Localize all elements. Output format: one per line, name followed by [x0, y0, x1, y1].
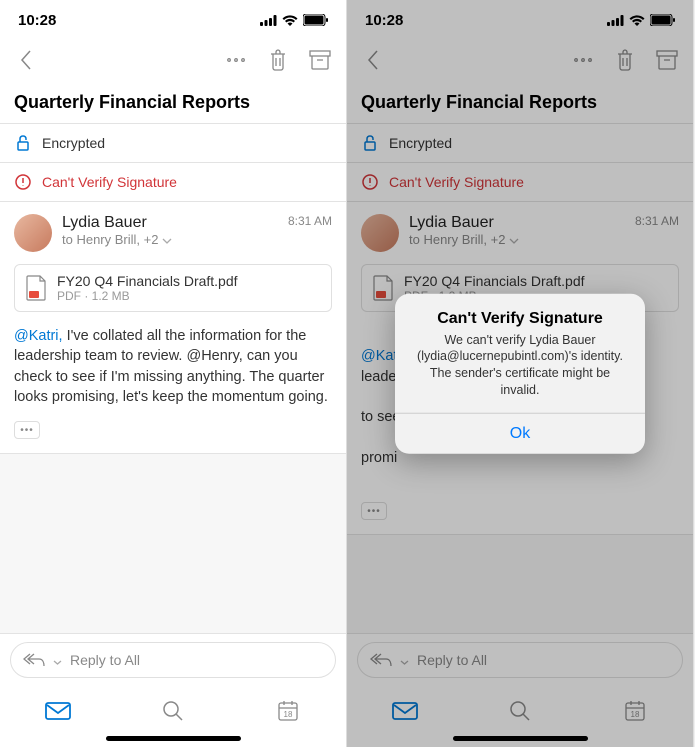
reply-all-icon: [23, 653, 45, 667]
reply-all-icon: [370, 653, 392, 667]
spacer: [0, 453, 346, 633]
back-button[interactable]: [361, 48, 385, 72]
expand-icon[interactable]: •••: [14, 421, 40, 439]
status-right: [260, 14, 328, 26]
calendar-tab[interactable]: 18: [275, 698, 301, 724]
archive-icon[interactable]: [308, 48, 332, 72]
recipients[interactable]: to Henry Brill, +2: [409, 232, 679, 247]
trash-icon[interactable]: [613, 48, 637, 72]
home-indicator[interactable]: [453, 736, 588, 741]
encrypted-banner[interactable]: Encrypted: [347, 124, 693, 163]
encrypted-banner[interactable]: Encrypted: [0, 124, 346, 163]
recipients-text: to Henry Brill, +2: [62, 232, 158, 247]
signal-icon: [260, 15, 277, 26]
more-icon[interactable]: [571, 48, 595, 72]
warning-icon: [14, 173, 32, 191]
archive-icon[interactable]: [655, 48, 679, 72]
dialog-message: We can't verify Lydia Bauer (lydia@lucer…: [411, 331, 629, 399]
verify-signature-dialog: Can't Verify Signature We can't verify L…: [395, 293, 645, 454]
wifi-icon: [629, 15, 645, 26]
status-bar: 10:28: [347, 0, 693, 40]
message-header: Lydia Bauer to Henry Brill, +2 8:31 AM: [347, 202, 693, 258]
encrypted-label: Encrypted: [389, 135, 452, 151]
message-header: Lydia Bauer to Henry Brill, +2 8:31 AM: [0, 202, 346, 258]
status-bar: 10:28: [0, 0, 346, 40]
sender-name: Lydia Bauer: [409, 214, 679, 232]
message-time: 8:31 AM: [635, 214, 679, 228]
warning-label: Can't Verify Signature: [42, 174, 177, 190]
ok-button[interactable]: Ok: [395, 413, 645, 454]
message-time: 8:31 AM: [288, 214, 332, 228]
expand-icon[interactable]: •••: [361, 502, 387, 520]
phone-right: 10:28 Quarterly Financial Reports Encryp…: [347, 0, 694, 747]
mail-tab[interactable]: [45, 698, 71, 724]
reply-placeholder: Reply to All: [417, 652, 487, 668]
attachment-meta: PDF · 1.2 MB: [57, 289, 238, 303]
search-tab[interactable]: [160, 698, 186, 724]
recipients[interactable]: to Henry Brill, +2: [62, 232, 332, 247]
chevron-down-icon: [162, 232, 172, 247]
battery-icon: [650, 14, 675, 26]
bottom-nav: 18: [0, 686, 346, 736]
chevron-down-icon: [509, 232, 519, 247]
mail-tab[interactable]: [392, 698, 418, 724]
signal-icon: [607, 15, 624, 26]
bottom-nav: 18: [347, 686, 693, 736]
lock-icon: [14, 134, 32, 152]
subject: Quarterly Financial Reports: [0, 80, 346, 124]
back-button[interactable]: [14, 48, 38, 72]
signature-warning-banner[interactable]: Can't Verify Signature: [0, 163, 346, 202]
reply-input[interactable]: Reply to All: [10, 642, 336, 678]
trash-icon[interactable]: [266, 48, 290, 72]
attachment-chip[interactable]: FY20 Q4 Financials Draft.pdf PDF · 1.2 M…: [14, 264, 332, 312]
dialog-title: Can't Verify Signature: [411, 309, 629, 327]
more-icon[interactable]: [224, 48, 248, 72]
calendar-tab[interactable]: 18: [622, 698, 648, 724]
attachment-name: FY20 Q4 Financials Draft.pdf: [404, 273, 585, 289]
reply-bar: Reply to All: [0, 633, 346, 686]
status-time: 10:28: [365, 12, 403, 29]
signature-warning-banner[interactable]: Can't Verify Signature: [347, 163, 693, 202]
warning-label: Can't Verify Signature: [389, 174, 524, 190]
phone-left: 10:28 Quarterly Financial Reports: [0, 0, 347, 747]
pdf-icon: [372, 275, 394, 301]
avatar[interactable]: [14, 214, 52, 252]
svg-text:18: 18: [284, 710, 293, 719]
status-right: [607, 14, 675, 26]
svg-text:18: 18: [631, 710, 640, 719]
mention[interactable]: @Katri,: [14, 328, 63, 344]
status-time: 10:28: [18, 12, 56, 29]
search-tab[interactable]: [507, 698, 533, 724]
home-indicator[interactable]: [106, 736, 241, 741]
attachment-name: FY20 Q4 Financials Draft.pdf: [57, 273, 238, 289]
subject: Quarterly Financial Reports: [347, 80, 693, 124]
warning-icon: [361, 173, 379, 191]
spacer: [347, 534, 693, 633]
recipients-text: to Henry Brill, +2: [409, 232, 505, 247]
encrypted-label: Encrypted: [42, 135, 105, 151]
action-bar: [0, 40, 346, 80]
pdf-icon: [25, 275, 47, 301]
reply-input[interactable]: Reply to All: [357, 642, 683, 678]
chevron-down-icon: [53, 652, 62, 668]
reply-bar: Reply to All: [347, 633, 693, 686]
wifi-icon: [282, 15, 298, 26]
action-bar: [347, 40, 693, 80]
chevron-down-icon: [400, 652, 409, 668]
reply-placeholder: Reply to All: [70, 652, 140, 668]
lock-icon: [361, 134, 379, 152]
avatar[interactable]: [361, 214, 399, 252]
battery-icon: [303, 14, 328, 26]
message-body: @Katri, I've collated all the informatio…: [0, 322, 346, 421]
